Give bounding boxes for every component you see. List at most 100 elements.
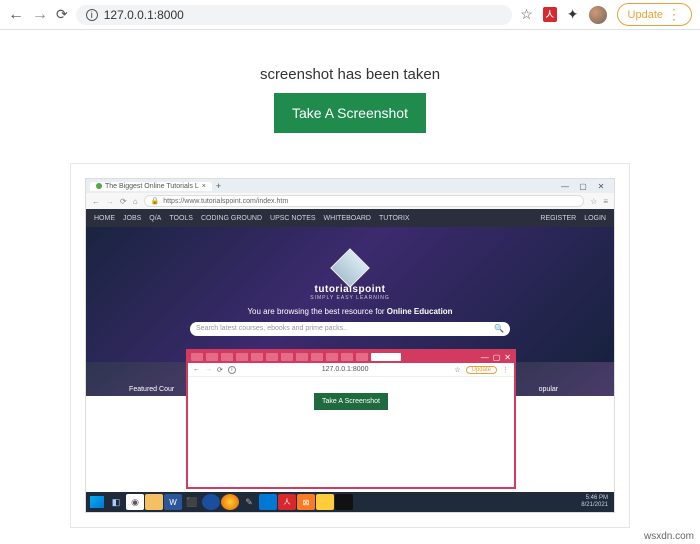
nav-qa: Q/A — [149, 215, 161, 222]
nested-tab — [326, 353, 338, 361]
minimize-icon: — — [481, 353, 489, 362]
back-button[interactable]: ← — [8, 6, 24, 24]
url-text: 127.0.0.1:8000 — [104, 8, 184, 22]
thunderbird-icon — [202, 494, 220, 510]
nested-take-screenshot-button: Take A Screenshot — [314, 393, 388, 410]
update-button[interactable]: Update ⋮ — [617, 3, 692, 26]
captured-url-field: 🔒 https://www.tutorialspoint.com/index.h… — [144, 195, 585, 207]
nested-update-pill: Update — [466, 366, 497, 374]
profile-avatar[interactable] — [589, 6, 607, 24]
page-content: screenshot has been taken Take A Screens… — [0, 30, 700, 528]
maximize-icon: ▢ — [574, 182, 592, 191]
nested-tab — [236, 353, 248, 361]
nested-tab — [341, 353, 353, 361]
nested-tab — [296, 353, 308, 361]
screenshot-image: The Biggest Online Tutorials L × + — ▢ ✕… — [85, 178, 615, 513]
bookmark-star-icon[interactable]: ☆ — [520, 6, 533, 23]
toolbar-right: ☆ 人 ✦ Update ⋮ — [520, 3, 692, 26]
nested-window-controls: — ▢ ✕ — [481, 353, 511, 362]
captured-addressbar: ← → ⟳ ⌂ 🔒 https://www.tutorialspoint.com… — [86, 193, 614, 209]
nested-tab-active — [371, 353, 401, 361]
captured-reload-icon: ⟳ — [120, 197, 127, 206]
menu-dots-icon[interactable]: ⋮ — [667, 6, 681, 23]
browser-toolbar: ← → ⟳ i 127.0.0.1:8000 ☆ 人 ✦ Update ⋮ — [0, 0, 700, 30]
extensions-icon[interactable]: ✦ — [567, 6, 579, 23]
nested-tab — [356, 353, 368, 361]
tab-close-icon: × — [202, 183, 206, 190]
take-screenshot-button[interactable]: Take A Screenshot — [274, 93, 426, 133]
captured-titlebar: The Biggest Online Tutorials L × + — ▢ ✕ — [86, 179, 614, 193]
address-bar[interactable]: i 127.0.0.1:8000 — [76, 5, 512, 25]
captured-bookmark-icon: ☆ — [590, 197, 597, 206]
nav-whiteboard: WHITEBOARD — [324, 215, 371, 222]
forward-button[interactable]: → — [32, 6, 48, 24]
app-icon — [316, 494, 334, 510]
reload-button[interactable]: ⟳ — [56, 6, 68, 23]
screenshot-container: The Biggest Online Tutorials L × + — ▢ ✕… — [70, 163, 630, 528]
brand-logo-icon — [330, 248, 370, 288]
nav-tutorix: TUTORIX — [379, 215, 410, 222]
nested-addressbar: ← → ⟳ i 127.0.0.1:8000 ☆ Update ⋮ — [188, 363, 514, 377]
new-tab-icon: + — [216, 181, 221, 191]
nav-login: LOGIN — [584, 215, 606, 222]
terminal-icon — [335, 494, 353, 510]
site-hero: tutorialspoint SIMPLY EASY LEARNING You … — [86, 227, 614, 362]
system-tray-clock: 5:46 PM 8/21/2021 — [581, 495, 612, 508]
watermark: wsxdn.com — [644, 531, 694, 542]
store-icon: ⬛ — [183, 494, 201, 510]
chrome-icon: ◉ — [126, 494, 144, 510]
nested-info-icon: i — [228, 366, 236, 374]
word-icon: W — [164, 494, 182, 510]
site-search-box: Search latest courses, ebooks and prime … — [190, 322, 510, 336]
nav-upsc: UPSC NOTES — [270, 215, 316, 222]
site-info-icon[interactable]: i — [86, 9, 98, 21]
brand-subtitle: SIMPLY EASY LEARNING — [310, 295, 389, 301]
start-button-icon — [88, 494, 106, 510]
xampp-icon: ⊠ — [297, 494, 315, 510]
nested-tab — [221, 353, 233, 361]
lock-icon: 🔒 — [151, 197, 160, 205]
nav-home: HOME — [94, 215, 115, 222]
favicon-icon — [96, 183, 102, 189]
nested-tab — [191, 353, 203, 361]
firefox-icon — [221, 494, 239, 510]
captured-url-text: https://www.tutorialspoint.com/index.htm — [163, 198, 288, 205]
captured-back-icon: ← — [92, 197, 100, 206]
nested-url-text: 127.0.0.1:8000 — [241, 366, 449, 373]
gimp-icon: ✎ — [240, 494, 258, 510]
search-icon: 🔍 — [494, 324, 504, 333]
nested-forward-icon: → — [205, 366, 212, 373]
search-placeholder: Search latest courses, ebooks and prime … — [196, 325, 347, 332]
hero-tagline: You are browsing the best resource for O… — [247, 307, 452, 316]
windows-taskbar: ◧ ◉ W ⬛ ✎ 人 ⊠ 5:46 PM 8/21/2021 — [86, 492, 614, 512]
nested-reload-icon: ⟳ — [217, 366, 223, 374]
nested-window: — ▢ ✕ ← → ⟳ i 127.0.0.1:8000 ☆ Update ⋮ — [186, 349, 516, 489]
close-icon: ✕ — [592, 182, 610, 191]
status-message: screenshot has been taken — [0, 66, 700, 83]
captured-window-controls: — ▢ ✕ — [556, 182, 610, 191]
pdf-extension-icon[interactable]: 人 — [543, 7, 557, 22]
nested-tabstrip: — ▢ ✕ — [188, 351, 514, 363]
nested-tab — [281, 353, 293, 361]
update-label: Update — [628, 9, 663, 21]
nested-tab — [266, 353, 278, 361]
minimize-icon: — — [556, 182, 574, 191]
nested-page-body: Take A Screenshot — [188, 377, 514, 410]
nested-tab — [251, 353, 263, 361]
close-icon: ✕ — [504, 353, 511, 362]
captured-forward-icon: → — [106, 197, 114, 206]
nested-star-icon: ☆ — [454, 366, 460, 374]
captured-home-icon: ⌂ — [133, 197, 138, 206]
captured-menu-icon: ≡ — [603, 197, 608, 206]
nav-tools: TOOLS — [169, 215, 193, 222]
site-navbar: HOME JOBS Q/A TOOLS CODING GROUND UPSC N… — [86, 209, 614, 227]
nested-back-icon: ← — [193, 366, 200, 373]
nested-tab — [206, 353, 218, 361]
maximize-icon: ▢ — [493, 353, 501, 362]
nav-jobs: JOBS — [123, 215, 141, 222]
captured-tab: The Biggest Online Tutorials L × — [90, 182, 212, 191]
file-explorer-icon — [145, 494, 163, 510]
captured-tab-title: The Biggest Online Tutorials L — [105, 183, 199, 190]
vscode-icon — [259, 494, 277, 510]
pdf-reader-icon: 人 — [278, 494, 296, 510]
